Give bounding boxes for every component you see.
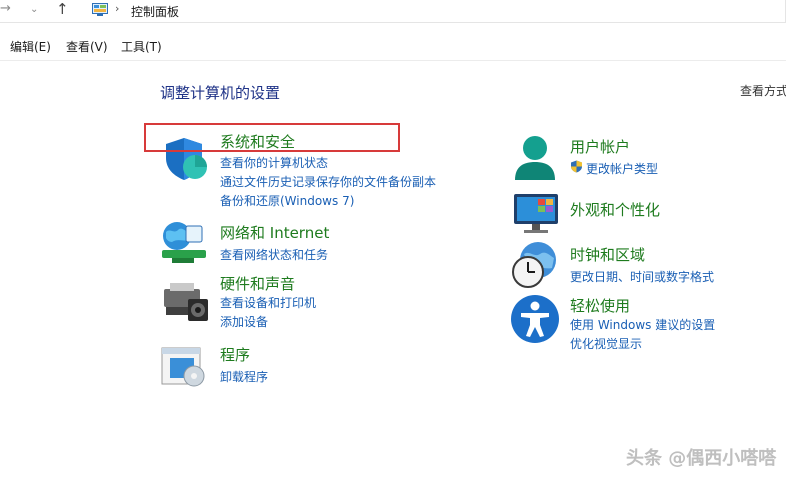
- appearance-title[interactable]: 外观和个性化: [570, 199, 660, 220]
- control-panel-icon: [92, 3, 108, 16]
- clock-globe-icon: [512, 242, 556, 288]
- view-by-label[interactable]: 查看方式: [740, 82, 786, 99]
- menu-view[interactable]: 查看(V): [66, 38, 108, 55]
- link-network-status[interactable]: 查看网络状态和任务: [220, 246, 328, 263]
- system-security-title[interactable]: 系统和安全: [220, 131, 295, 152]
- monitor-icon: [514, 194, 558, 233]
- link-add-device[interactable]: 添加设备: [220, 313, 268, 330]
- link-backup-restore[interactable]: 备份和还原(Windows 7): [220, 192, 354, 209]
- clock-region-title[interactable]: 时钟和区域: [570, 244, 645, 265]
- user-accounts-title[interactable]: 用户帐户: [570, 136, 630, 157]
- accessibility-icon: [511, 295, 559, 343]
- menu-divider: [0, 60, 786, 61]
- menu-tools[interactable]: 工具(T): [121, 38, 162, 55]
- page-title: 调整计算机的设置: [160, 84, 281, 102]
- ease-of-access-title[interactable]: 轻松使用: [570, 295, 630, 316]
- network-title[interactable]: 网络和 Internet: [220, 222, 329, 243]
- hardware-title[interactable]: 硬件和声音: [220, 273, 295, 294]
- recent-locations-dropdown[interactable]: ⌄: [30, 4, 38, 15]
- link-uninstall-program[interactable]: 卸载程序: [220, 368, 268, 385]
- programs-icon: [161, 347, 205, 387]
- link-change-date-time[interactable]: 更改日期、时间或数字格式: [570, 268, 714, 285]
- link-change-account-type[interactable]: 更改帐户类型: [586, 160, 658, 177]
- link-optimize-visual-display[interactable]: 优化视觉显示: [570, 335, 642, 352]
- breadcrumb-control-panel[interactable]: 控制面板: [131, 3, 179, 20]
- uac-shield-icon: [571, 160, 582, 173]
- link-devices-printers[interactable]: 查看设备和打印机: [220, 294, 316, 311]
- user-icon: [515, 136, 555, 180]
- programs-title[interactable]: 程序: [220, 344, 250, 365]
- breadcrumb-separator: ›: [115, 2, 120, 15]
- link-view-computer-status[interactable]: 查看你的计算机状态: [220, 154, 328, 171]
- address-bar: → ⌄ ↑ › 控制面板: [0, 0, 786, 23]
- forward-button[interactable]: →: [0, 1, 11, 16]
- up-button[interactable]: ↑: [56, 0, 69, 18]
- printer-icon: [164, 283, 208, 321]
- menu-edit[interactable]: 编辑(E): [10, 38, 51, 55]
- link-file-history[interactable]: 通过文件历史记录保存你的文件备份副本: [220, 173, 436, 190]
- link-use-recommended-settings[interactable]: 使用 Windows 建议的设置: [570, 316, 715, 333]
- network-globe-icon: [162, 222, 206, 263]
- watermark: 头条 @偶西小嗒嗒: [626, 448, 777, 469]
